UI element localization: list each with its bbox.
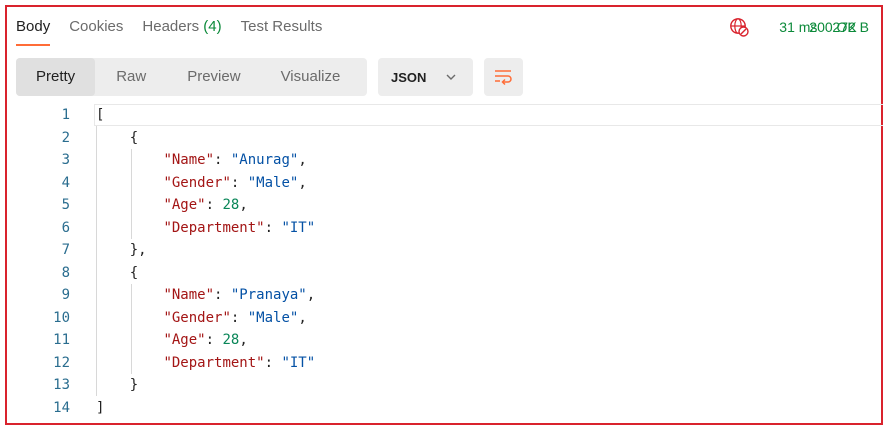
- code-line: 12 "Department": "IT": [16, 352, 883, 375]
- code-line: 7 },: [16, 239, 883, 262]
- view-pretty-button[interactable]: Pretty: [16, 58, 96, 96]
- code-line: 8 {: [16, 262, 883, 285]
- chevron-down-icon: [446, 74, 456, 80]
- headers-count-badge: (4): [203, 18, 222, 35]
- code-text: [: [96, 107, 105, 123]
- code-text: ]: [96, 399, 105, 416]
- tab-test-results[interactable]: Test Results: [241, 17, 323, 47]
- line-number: 6: [61, 219, 70, 236]
- wrap-lines-icon: [495, 70, 512, 86]
- tab-body[interactable]: Body: [16, 17, 51, 47]
- tab-body-label: Body: [16, 18, 51, 35]
- response-tabs: Body Cookies Headers (4) Test Results: [16, 17, 341, 49]
- code-line: 10 "Gender": "Male",: [16, 307, 883, 330]
- code-line: 4 "Gender": "Male",: [16, 172, 883, 195]
- code-line: 13 }: [16, 374, 883, 397]
- code-text: "Age": 28,: [163, 332, 248, 348]
- line-number: 5: [61, 197, 70, 213]
- code-text: "Age": 28,: [163, 197, 248, 213]
- tab-test-results-label: Test Results: [240, 18, 323, 35]
- code-line: 14]: [16, 397, 883, 420]
- code-text: "Gender": "Male",: [163, 309, 307, 326]
- code-line: 9 "Name": "Pranaya",: [16, 284, 883, 307]
- code-line: 5 "Age": 28,: [16, 194, 883, 217]
- tab-cookies[interactable]: Cookies: [69, 17, 123, 47]
- line-number: 14: [53, 399, 70, 416]
- code-text: "Department": "IT": [163, 219, 316, 236]
- code-text: "Name": "Anurag",: [163, 152, 307, 168]
- code-text: {: [96, 264, 139, 281]
- line-number: 11: [53, 332, 70, 348]
- code-text: "Name": "Pranaya",: [163, 287, 316, 303]
- tab-cookies-label: Cookies: [69, 18, 124, 35]
- code-text: "Gender": "Male",: [163, 174, 307, 191]
- view-preview-button[interactable]: Preview: [167, 58, 260, 96]
- status-code[interactable]: 200 OK: [809, 17, 856, 37]
- response-body-editor[interactable]: 1[2 {3 "Name": "Anurag", 4 "Gender": "Mal…: [16, 104, 883, 422]
- code-line: 11 "Age": 28,: [16, 329, 883, 352]
- line-number: 13: [53, 377, 70, 393]
- response-panel: Body Cookies Headers (4) Test Results 20…: [5, 5, 883, 425]
- language-select-value: JSON: [391, 69, 427, 85]
- line-number: 10: [53, 309, 70, 326]
- line-number: 7: [61, 242, 70, 258]
- code-line: 2 {: [16, 127, 883, 150]
- line-number: 8: [61, 264, 70, 281]
- line-number: 3: [61, 152, 70, 168]
- code-line: 3 "Name": "Anurag",: [16, 149, 883, 172]
- response-status-bar: 200 OK 31 ms 272 B: [729, 17, 869, 37]
- line-number: 9: [61, 287, 70, 303]
- code-text: "Department": "IT": [163, 354, 316, 371]
- line-number: 2: [61, 129, 70, 146]
- wrap-lines-button[interactable]: [484, 58, 523, 96]
- view-raw-button[interactable]: Raw: [95, 58, 167, 96]
- line-number: 1: [61, 107, 70, 123]
- view-visualize-button[interactable]: Visualize: [261, 58, 361, 96]
- tab-headers[interactable]: Headers (4): [142, 17, 221, 47]
- view-mode-segmented-control: Pretty Raw Preview Visualize: [16, 58, 367, 96]
- globe-blocked-icon[interactable]: [729, 17, 749, 37]
- tab-headers-label: Headers: [142, 18, 200, 35]
- code-text: }: [96, 377, 139, 393]
- code-line: 6 "Department": "IT": [16, 217, 883, 240]
- code-text: {: [96, 129, 139, 146]
- language-select[interactable]: JSON: [378, 58, 473, 96]
- line-number: 4: [61, 174, 70, 191]
- code-line: 1[: [16, 104, 883, 127]
- line-number: 12: [53, 354, 70, 371]
- code-text: },: [96, 242, 147, 258]
